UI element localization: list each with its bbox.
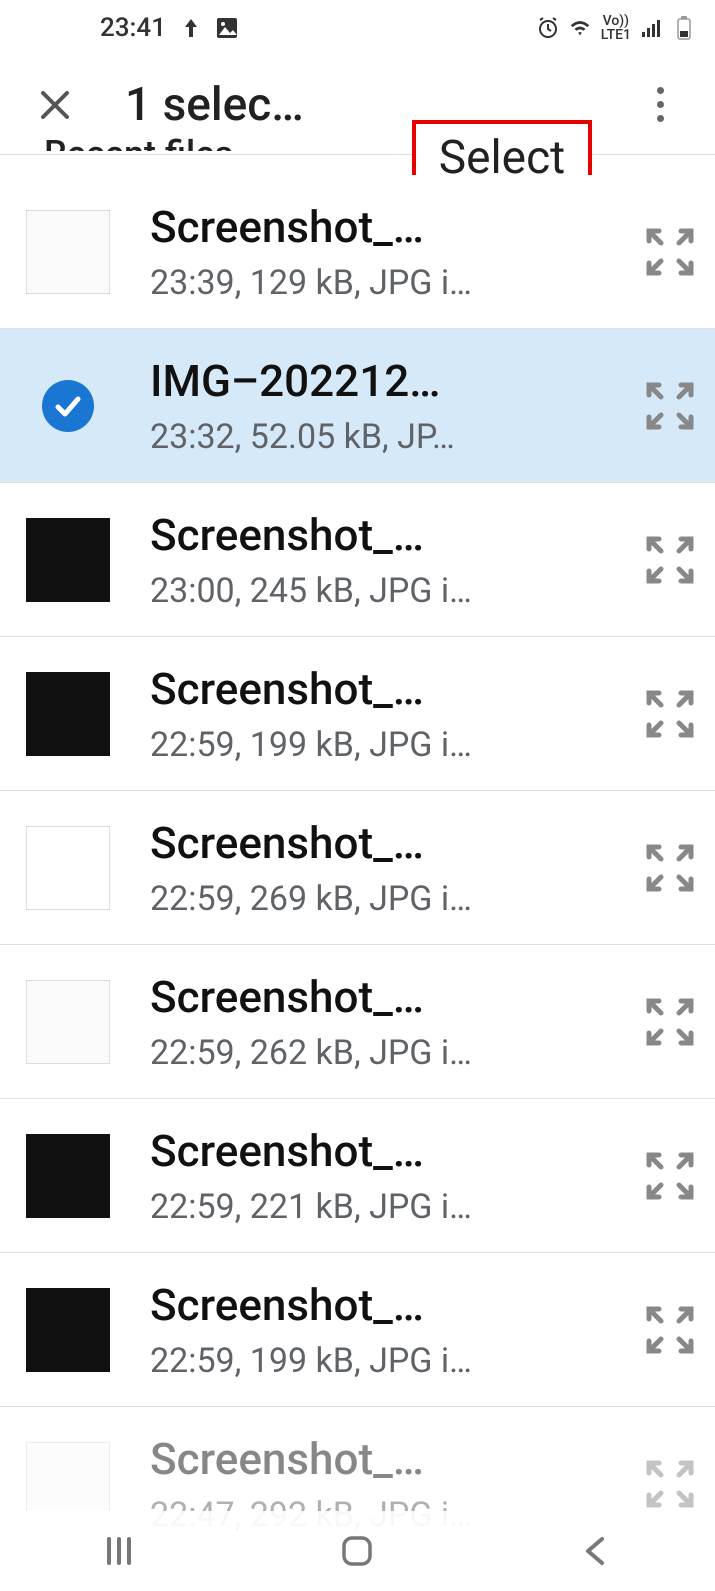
expand-icon[interactable]	[645, 1459, 695, 1509]
file-thumbnail	[26, 518, 110, 602]
file-meta: 22:59, 269 kB, JPG i…	[150, 879, 625, 919]
file-name: Screenshot_…	[150, 1279, 625, 1331]
file-thumbnail	[26, 1288, 110, 1372]
section-title: Recent files	[0, 131, 715, 151]
file-name: Screenshot_…	[150, 509, 625, 561]
file-name: Screenshot_…	[150, 971, 625, 1023]
system-navbar	[0, 1511, 715, 1591]
recents-button[interactable]	[89, 1521, 149, 1581]
file-name: Screenshot_…	[150, 663, 625, 715]
file-name: IMG–202212…	[150, 355, 625, 407]
file-thumbnail	[26, 826, 110, 910]
file-row[interactable]: IMG–202212… 23:32, 52.05 kB, JP…	[0, 329, 715, 483]
status-bar: 23:41 Vo))LTE1	[0, 0, 715, 55]
expand-icon[interactable]	[645, 535, 695, 585]
file-meta: 22:59, 199 kB, JPG i…	[150, 1341, 625, 1381]
expand-icon[interactable]	[645, 227, 695, 277]
expand-icon[interactable]	[645, 997, 695, 1047]
file-meta: 22:59, 199 kB, JPG i…	[150, 725, 625, 765]
file-info: Screenshot_… 22:59, 199 kB, JPG i…	[150, 1279, 625, 1381]
file-meta: 22:59, 262 kB, JPG i…	[150, 1033, 625, 1073]
file-row[interactable]: Screenshot_… 23:00, 245 kB, JPG i…	[0, 483, 715, 637]
file-info: IMG–202212… 23:32, 52.05 kB, JP…	[150, 355, 625, 457]
file-thumbnail	[26, 210, 110, 294]
file-thumbnail	[26, 1134, 110, 1218]
file-row[interactable]: Screenshot_… 22:59, 269 kB, JPG i…	[0, 791, 715, 945]
alarm-icon	[537, 17, 559, 39]
close-button[interactable]	[35, 85, 75, 125]
expand-icon[interactable]	[645, 689, 695, 739]
file-name: Screenshot_…	[150, 1433, 625, 1485]
expand-icon[interactable]	[645, 381, 695, 431]
network-label: Vo))LTE1	[601, 14, 631, 42]
battery-icon	[673, 17, 695, 39]
file-info: Screenshot_… 22:59, 221 kB, JPG i…	[150, 1125, 625, 1227]
file-row[interactable]: Screenshot_… 22:59, 199 kB, JPG i…	[0, 637, 715, 791]
file-thumbnail	[26, 980, 110, 1064]
file-name: Screenshot_…	[150, 817, 625, 869]
expand-icon[interactable]	[645, 1151, 695, 1201]
file-info: Screenshot_… 22:59, 269 kB, JPG i…	[150, 817, 625, 919]
file-info: Screenshot_… 23:39, 129 kB, JPG i…	[150, 201, 625, 303]
file-meta: 23:39, 129 kB, JPG i…	[150, 263, 625, 303]
file-thumbnail	[26, 672, 110, 756]
file-row[interactable]: Screenshot_… 22:59, 262 kB, JPG i…	[0, 945, 715, 1099]
image-icon	[216, 17, 238, 39]
more-menu-button[interactable]	[640, 75, 680, 135]
signal-icon	[641, 17, 663, 39]
selection-count: 1 selec…	[125, 78, 304, 132]
back-button[interactable]	[566, 1521, 626, 1581]
expand-icon[interactable]	[645, 843, 695, 893]
upload-icon	[180, 17, 202, 39]
wifi-icon	[569, 17, 591, 39]
file-row[interactable]: Screenshot_… 22:59, 221 kB, JPG i…	[0, 1099, 715, 1253]
file-meta: 22:59, 221 kB, JPG i…	[150, 1187, 625, 1227]
expand-icon[interactable]	[645, 1305, 695, 1355]
file-info: Screenshot_… 23:00, 245 kB, JPG i…	[150, 509, 625, 611]
file-info: Screenshot_… 22:59, 262 kB, JPG i…	[150, 971, 625, 1073]
file-meta: 23:32, 52.05 kB, JP…	[150, 417, 625, 457]
file-info: Screenshot_… 22:59, 199 kB, JPG i…	[150, 663, 625, 765]
file-meta: 23:00, 245 kB, JPG i…	[150, 571, 625, 611]
file-row[interactable]: Screenshot_… 22:59, 199 kB, JPG i…	[0, 1253, 715, 1407]
file-row[interactable]: Screenshot_… 23:39, 129 kB, JPG i…	[0, 175, 715, 329]
file-list: Screenshot_… 23:39, 129 kB, JPG i… IMG–2…	[0, 175, 715, 1561]
file-name: Screenshot_…	[150, 201, 625, 253]
home-button[interactable]	[327, 1521, 387, 1581]
file-name: Screenshot_…	[150, 1125, 625, 1177]
status-time: 23:41	[100, 13, 166, 43]
selected-check-icon	[42, 380, 94, 432]
